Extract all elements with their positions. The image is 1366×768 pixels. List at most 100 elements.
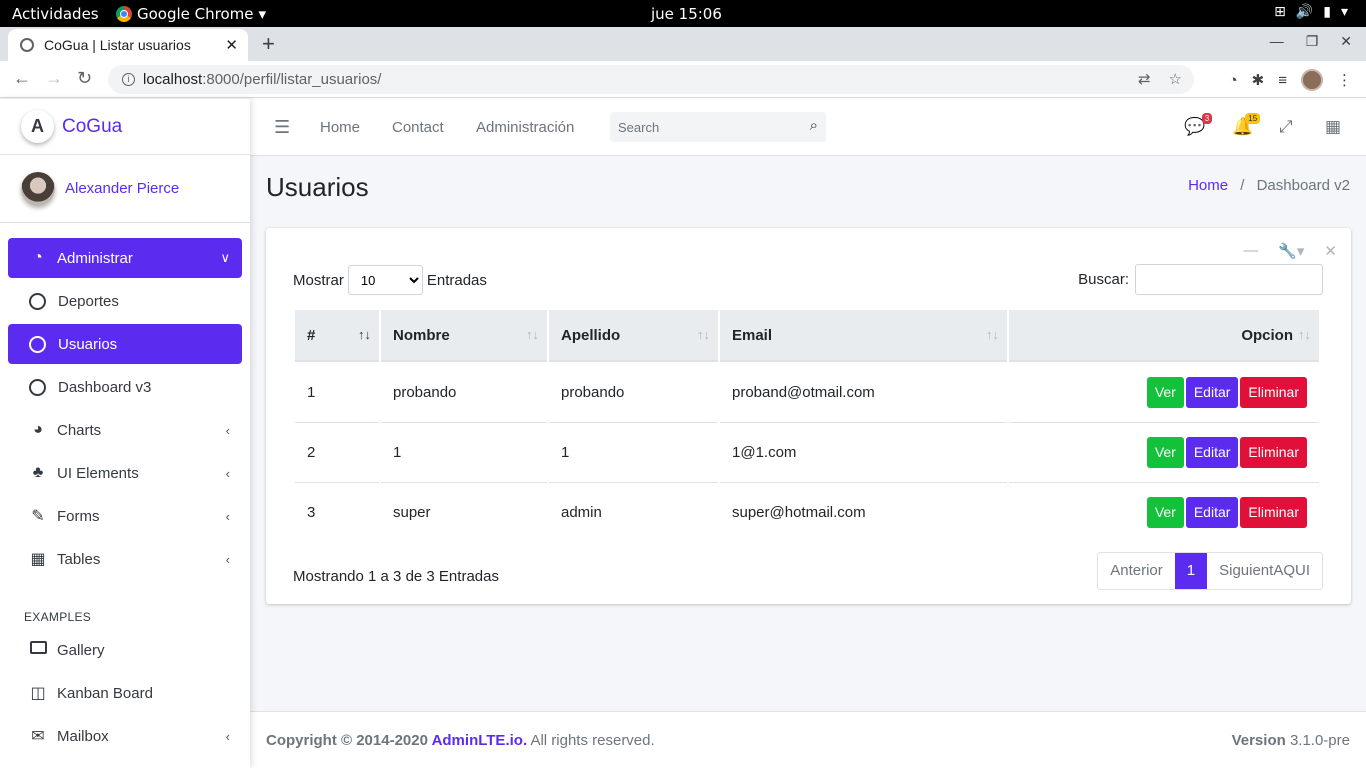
close-tab-icon[interactable]: ✕ xyxy=(225,36,238,54)
search-label: Buscar: xyxy=(1078,271,1129,288)
new-tab-button[interactable]: + xyxy=(262,31,275,57)
pagination-prev[interactable]: Anterior xyxy=(1098,553,1175,589)
minimize-icon[interactable]: — xyxy=(1270,33,1284,50)
brand-logo: A xyxy=(21,110,54,143)
column-header-id[interactable]: # ↑↓ xyxy=(295,310,379,362)
back-icon[interactable]: ← xyxy=(13,68,31,89)
extension-icon[interactable]: ◔ xyxy=(1229,72,1238,89)
app-name: Google Chrome xyxy=(137,5,254,23)
sidebar-item-administrar[interactable]: ◔ Administrar ∨ xyxy=(8,238,242,278)
column-header-opcion[interactable]: Opcion ↑↓ xyxy=(1009,310,1319,362)
sidebar-item-label: Gallery xyxy=(57,641,105,659)
chevron-left-icon: ‹ xyxy=(225,728,230,744)
reload-icon[interactable]: ↻ xyxy=(77,68,92,89)
view-button[interactable]: Ver xyxy=(1146,437,1184,468)
column-header-apellido[interactable]: Apellido ↑↓ xyxy=(549,310,718,362)
sidebar-item-usuarios[interactable]: Usuarios xyxy=(8,324,242,364)
page-length-select[interactable]: 10 xyxy=(347,265,423,295)
edit-button[interactable]: Editar xyxy=(1185,376,1239,408)
sidebar-nav: ◔ Administrar ∨ Deportes Usuarios Dashbo… xyxy=(0,223,250,756)
cell-email: super@hotmail.com xyxy=(720,482,1007,542)
system-tray[interactable]: ⊞ 🔊 ▮ ▾ xyxy=(1274,4,1348,20)
translate-icon[interactable]: ⇄ xyxy=(1138,70,1151,88)
breadcrumb: Home / Dashboard v2 xyxy=(1188,177,1350,194)
sidebar-item-forms[interactable]: ✎ Forms ‹ xyxy=(8,496,242,536)
footer-version: Version 3.1.0-pre xyxy=(1232,732,1350,749)
close-icon[interactable]: ✕ xyxy=(1324,242,1337,260)
clock[interactable]: jue 15:06 xyxy=(651,5,722,23)
sidebar-item-charts[interactable]: ◕ Charts ‹ xyxy=(8,410,242,450)
star-icon[interactable]: ☆ xyxy=(1169,70,1182,88)
app-menu[interactable]: Google Chrome ▾ xyxy=(116,5,266,23)
search-input[interactable]: Search xyxy=(618,120,659,135)
chevron-left-icon: ‹ xyxy=(225,422,230,438)
nav-link-contact[interactable]: Contact xyxy=(392,119,444,136)
browser-toolbar: ← → ↻ i localhost:8000/perfil/listar_usu… xyxy=(0,61,1366,98)
messages-icon[interactable]: 💬 3 xyxy=(1184,113,1213,137)
sidebar-item-kanban[interactable]: ◫ Kanban Board xyxy=(8,673,242,713)
circle-icon xyxy=(29,335,46,353)
sidebar-item-label: Forms xyxy=(57,507,100,525)
media-icon[interactable]: ≡ xyxy=(1278,72,1287,89)
entries-label: Entradas xyxy=(426,271,487,289)
search-icon[interactable]: ⌕ xyxy=(810,117,818,134)
delete-button[interactable]: Eliminar xyxy=(1240,497,1307,528)
edit-button[interactable]: Editar xyxy=(1185,437,1239,468)
menu-toggle-icon[interactable]: ☰ xyxy=(274,117,290,138)
sidebar-item-label: Charts xyxy=(57,421,102,439)
column-header-email[interactable]: Email ↑↓ xyxy=(720,310,1007,362)
sidebar-item-dashboard-v3[interactable]: Dashboard v3 xyxy=(8,367,242,407)
info-icon[interactable]: i xyxy=(122,73,135,86)
profile-avatar[interactable] xyxy=(1301,69,1323,91)
browser-tab[interactable]: CoGua | Listar usuarios ✕ xyxy=(8,29,248,61)
column-header-nombre[interactable]: Nombre ↑↓ xyxy=(381,310,547,362)
more-icon[interactable]: ⋮ xyxy=(1337,71,1352,89)
cell-nombre: probando xyxy=(393,383,457,401)
nav-link-home[interactable]: Home xyxy=(320,119,360,136)
main-footer: Copyright © 2014-2020 AdminLTE.io. All r… xyxy=(250,711,1366,768)
pie-chart-icon: ◕ xyxy=(33,421,43,438)
copyright-text: Copyright © 2014-2020 xyxy=(266,732,432,749)
network-icon: ⊞ xyxy=(1274,4,1286,20)
footer-copyright: Copyright © 2014-2020 AdminLTE.io. All r… xyxy=(266,732,655,749)
adminlte-link[interactable]: AdminLTE.io. xyxy=(432,732,528,749)
nav-link-administracion[interactable]: Administración xyxy=(476,119,574,136)
sidebar-item-gallery[interactable]: Gallery xyxy=(8,630,242,670)
brand-link[interactable]: A CoGua xyxy=(0,99,250,155)
sidebar-item-mailbox[interactable]: ✉ Mailbox ‹ xyxy=(8,716,242,756)
pagination-page-1[interactable]: 1 xyxy=(1174,553,1208,589)
breadcrumb-current: Dashboard v2 xyxy=(1256,177,1350,194)
table-row: 2 1 1 1@1.com Ver Editar Eliminar xyxy=(295,422,1319,482)
user-name-link[interactable]: Alexander Pierce xyxy=(65,180,179,197)
cell-id: 3 xyxy=(295,482,379,542)
close-window-icon[interactable]: ✕ xyxy=(1340,33,1352,50)
sidebar-item-deportes[interactable]: Deportes xyxy=(8,281,242,321)
page-title: Usuarios xyxy=(266,172,369,202)
delete-button[interactable]: Eliminar xyxy=(1240,376,1307,408)
nav-header-examples: EXAMPLES xyxy=(24,610,92,624)
breadcrumb-home[interactable]: Home xyxy=(1188,177,1228,194)
main-header: ☰ Home Contact Administración Search ⌕ 💬… xyxy=(250,99,1366,156)
version-label: Version xyxy=(1231,732,1286,749)
puzzle-icon[interactable]: ✱ xyxy=(1252,71,1265,89)
view-button[interactable]: Ver xyxy=(1146,497,1184,528)
delete-button[interactable]: Eliminar xyxy=(1240,437,1307,468)
table-search-input[interactable] xyxy=(1135,264,1323,295)
address-bar[interactable]: i localhost:8000/perfil/listar_usuarios/… xyxy=(108,65,1194,94)
wrench-icon[interactable]: 🔧▾ xyxy=(1278,242,1304,260)
table-row: 1 probando probando proband@otmail.com V… xyxy=(295,362,1319,422)
pagination-next[interactable]: SiguientAQUI xyxy=(1207,553,1322,589)
bell-icon[interactable]: 🔔 15 xyxy=(1232,113,1261,137)
sidebar-item-tables[interactable]: ▦ Tables ‹ xyxy=(8,539,242,579)
chevron-down-icon: ▾ xyxy=(1340,4,1348,20)
grid-icon[interactable]: ▦ xyxy=(1325,117,1341,137)
sidebar-item-ui-elements[interactable]: ♣ UI Elements ‹ xyxy=(8,453,242,493)
activities-button[interactable]: Actividades xyxy=(12,5,99,23)
restore-icon[interactable]: ❐ xyxy=(1306,33,1319,50)
fullscreen-icon[interactable]: ⤢ xyxy=(1279,117,1293,137)
view-button[interactable]: Ver xyxy=(1146,376,1184,408)
navbar-search[interactable]: Search ⌕ xyxy=(610,112,826,142)
collapse-icon[interactable]: — xyxy=(1243,242,1258,260)
forward-icon[interactable]: → xyxy=(45,68,63,89)
edit-button[interactable]: Editar xyxy=(1185,497,1239,528)
